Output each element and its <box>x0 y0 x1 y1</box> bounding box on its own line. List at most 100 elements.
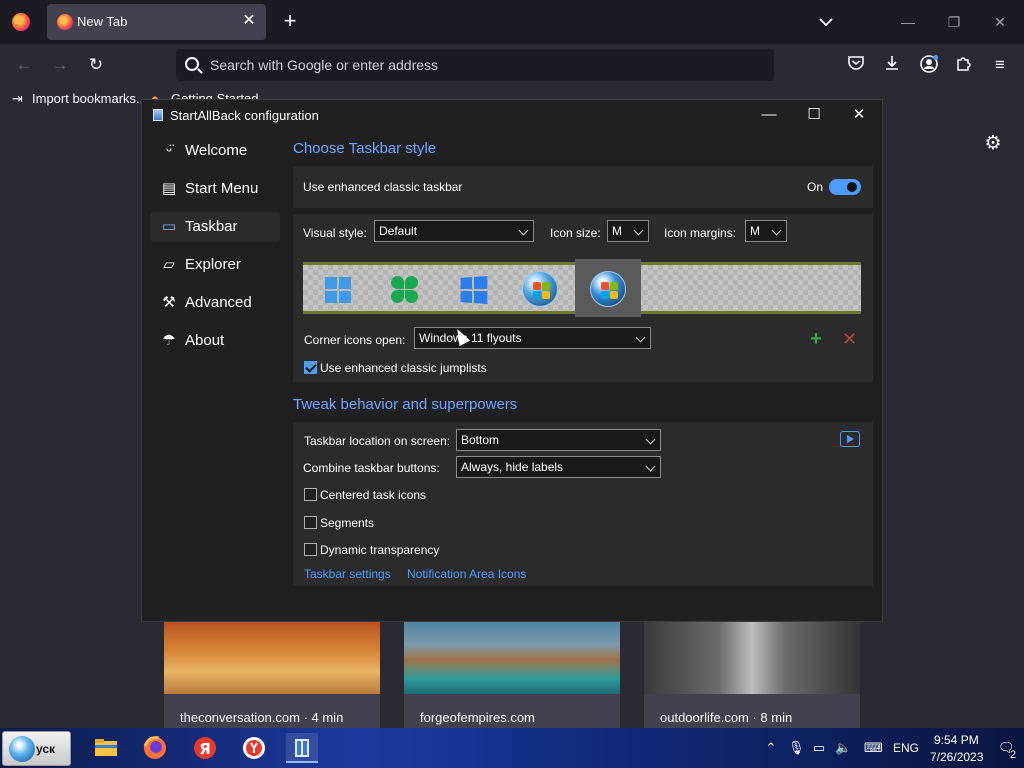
taskbar-settings-link[interactable]: Taskbar settings <box>304 567 391 581</box>
style-option-windows-vista[interactable] <box>575 259 641 317</box>
remove-x-icon[interactable]: ✕ <box>842 330 857 348</box>
import-icon: ⇥ <box>12 91 23 106</box>
select-value: Default <box>379 224 418 238</box>
wrench-icon: ⚒ <box>162 294 176 311</box>
downloads-icon[interactable] <box>881 54 903 76</box>
firefox-logo-icon[interactable] <box>12 13 30 31</box>
section-heading-tweak-behavior: Tweak behavior and superpowers <box>293 396 518 413</box>
sidebar-item-about[interactable]: ☂ About <box>150 326 280 356</box>
tile-thumbnail <box>644 618 860 694</box>
extensions-icon[interactable] <box>953 54 975 76</box>
startallback-app-icon <box>153 109 163 121</box>
windows-11-logo-icon <box>325 277 351 303</box>
clock-time[interactable]: 9:54 PM <box>934 733 979 747</box>
firefox-icon <box>143 736 166 759</box>
top-site-tile[interactable]: outdoorlife.com · 8 min <box>644 618 860 730</box>
section-heading-taskbar-style: Choose Taskbar style <box>293 140 437 157</box>
yandex-browser-icon <box>243 737 265 759</box>
window-titlebar[interactable]: StartAllBack configuration — ☐ ✕ <box>142 100 882 130</box>
gear-icon[interactable]: ⚙ <box>983 134 1003 154</box>
bookmark-import[interactable]: Import bookmarks... <box>32 91 147 106</box>
chevron-down-icon <box>645 434 656 445</box>
new-tab-plus-icon[interactable]: + <box>280 10 300 32</box>
list-all-tabs-chevron-icon[interactable] <box>816 12 836 32</box>
chevron-down-icon <box>645 461 656 472</box>
tab-new-tab[interactable]: New Tab ✕ <box>47 4 266 40</box>
url-bar[interactable] <box>176 49 774 81</box>
segments-label[interactable]: Segments <box>320 516 374 530</box>
reload-icon[interactable]: ↻ <box>85 54 107 76</box>
folder-icon: ▱ <box>163 256 175 273</box>
taskbar-startallback[interactable] <box>286 733 318 763</box>
top-site-tile[interactable]: forgeofempires.com <box>404 618 620 730</box>
minimize-window-icon[interactable]: — <box>898 10 918 34</box>
dynamic-transparency-label[interactable]: Dynamic transparency <box>320 543 439 557</box>
sidebar-item-label: Taskbar <box>185 218 238 235</box>
chevron-down-icon <box>633 225 644 236</box>
sidebar-item-label: Start Menu <box>185 180 259 197</box>
behavior-panel: Taskbar location on screen: Bottom Combi… <box>293 422 873 586</box>
url-input[interactable] <box>210 54 750 76</box>
language-indicator[interactable]: ENG <box>893 741 919 755</box>
back-arrow-icon[interactable]: ← <box>13 54 35 76</box>
close-icon[interactable]: ✕ <box>844 104 874 126</box>
style-option-windows-11[interactable] <box>303 259 369 317</box>
jumplists-label[interactable]: Use enhanced classic jumplists <box>320 361 487 375</box>
folder-icon <box>95 739 117 756</box>
account-icon[interactable] <box>918 54 940 76</box>
style-option-windows-7[interactable] <box>507 259 573 317</box>
visual-style-label: Visual style: <box>303 226 367 240</box>
umbrella-icon: ☂ <box>162 332 176 349</box>
sidebar-item-advanced[interactable]: ⚒ Advanced <box>150 288 280 318</box>
taskbar-yandex[interactable]: Я <box>189 733 221 763</box>
combine-buttons-select[interactable]: Always, hide labels <box>456 456 661 478</box>
dynamic-transparency-checkbox[interactable] <box>304 543 317 556</box>
yandex-icon: Я <box>194 737 216 759</box>
chevron-up-icon[interactable]: ⌃ <box>763 740 779 756</box>
network-icon[interactable]: ▭ <box>811 740 827 756</box>
icon-size-select[interactable]: M <box>607 220 649 242</box>
restore-window-icon[interactable]: ❐ <box>944 10 964 34</box>
tile-caption: forgeofempires.com <box>420 710 535 725</box>
menu-hamburger-icon[interactable]: ≡ <box>989 54 1011 76</box>
chevron-down-icon <box>771 225 782 236</box>
segments-checkbox[interactable] <box>304 516 317 529</box>
style-option-windows-10[interactable] <box>439 259 505 317</box>
icon-margins-label: Icon margins: <box>664 226 737 240</box>
window-title: StartAllBack configuration <box>170 108 319 123</box>
minimize-icon[interactable]: — <box>754 104 784 126</box>
maximize-icon[interactable]: ☐ <box>799 104 829 126</box>
taskbar-file-explorer[interactable] <box>90 733 122 763</box>
style-option-windows-8[interactable] <box>371 259 437 317</box>
top-site-tile[interactable]: theconversation.com · 4 min <box>164 618 380 730</box>
pocket-icon[interactable] <box>845 54 867 76</box>
centered-icons-checkbox[interactable] <box>304 488 317 501</box>
enhanced-taskbar-toggle[interactable] <box>829 179 861 195</box>
video-play-icon[interactable] <box>840 431 860 447</box>
sidebar-item-welcome[interactable]: ᵕ̈ Welcome <box>150 136 280 166</box>
keyboard-icon[interactable]: ⌨ <box>864 740 883 756</box>
taskbar-firefox[interactable] <box>139 733 171 763</box>
close-tab-icon[interactable]: ✕ <box>240 12 258 30</box>
icon-margins-select[interactable]: M <box>745 220 787 242</box>
forward-arrow-icon[interactable]: → <box>49 54 71 76</box>
volume-icon[interactable]: 🔈 <box>835 740 851 756</box>
visual-style-select[interactable]: Default <box>374 220 534 242</box>
enhanced-taskbar-label: Use enhanced classic taskbar <box>303 180 463 194</box>
taskbar-location-select[interactable]: Bottom <box>456 429 661 451</box>
start-label: уск <box>36 742 56 756</box>
notification-area-icons-link[interactable]: Notification Area Icons <box>407 567 526 581</box>
clock-date[interactable]: 7/26/2023 <box>930 750 983 764</box>
corner-icons-select[interactable]: Windows 11 flyouts <box>414 327 651 349</box>
taskbar-yandex-browser[interactable] <box>238 733 270 763</box>
start-button[interactable]: уск <box>2 731 71 766</box>
close-window-icon[interactable]: ✕ <box>990 10 1010 34</box>
sidebar-item-explorer[interactable]: ▱ Explorer <box>150 250 280 280</box>
sidebar-item-taskbar[interactable]: ▭ Taskbar <box>150 212 280 242</box>
jumplists-checkbox[interactable] <box>304 361 317 374</box>
centered-icons-label[interactable]: Centered task icons <box>320 488 426 502</box>
add-plus-icon[interactable]: + <box>809 329 823 349</box>
sidebar-item-start-menu[interactable]: ▤ Start Menu <box>150 174 280 204</box>
tab-title: New Tab <box>77 14 128 29</box>
microphone-icon[interactable]: 🎙 <box>788 740 805 756</box>
